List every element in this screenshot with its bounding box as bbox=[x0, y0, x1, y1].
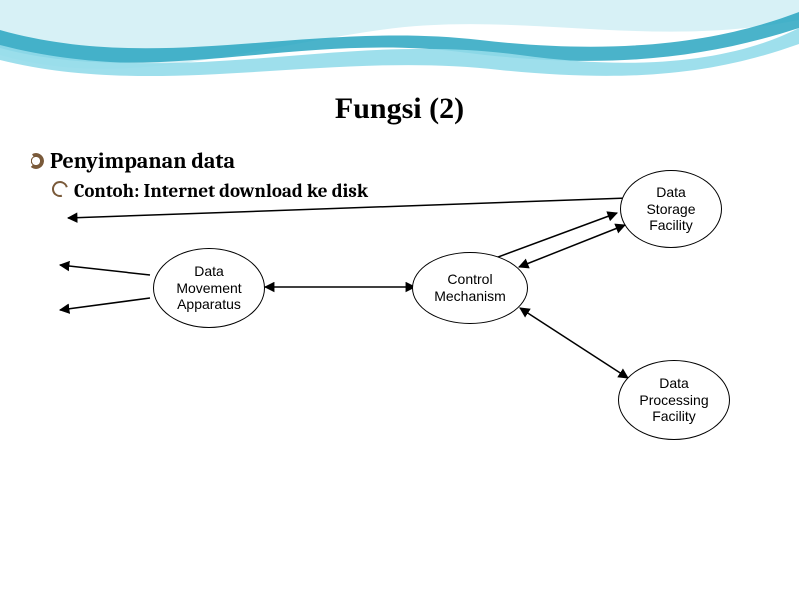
node-label: ControlMechanism bbox=[434, 271, 506, 305]
diagram-connectors bbox=[0, 0, 799, 600]
node-label: DataProcessingFacility bbox=[639, 375, 708, 425]
node-label: DataMovementApparatus bbox=[176, 263, 241, 313]
node-control-mechanism: ControlMechanism bbox=[412, 252, 528, 324]
node-label: DataStorageFacility bbox=[646, 184, 695, 234]
node-data-movement: DataMovementApparatus bbox=[153, 248, 265, 328]
node-data-processing: DataProcessingFacility bbox=[618, 360, 730, 440]
node-data-storage: DataStorageFacility bbox=[620, 170, 722, 248]
